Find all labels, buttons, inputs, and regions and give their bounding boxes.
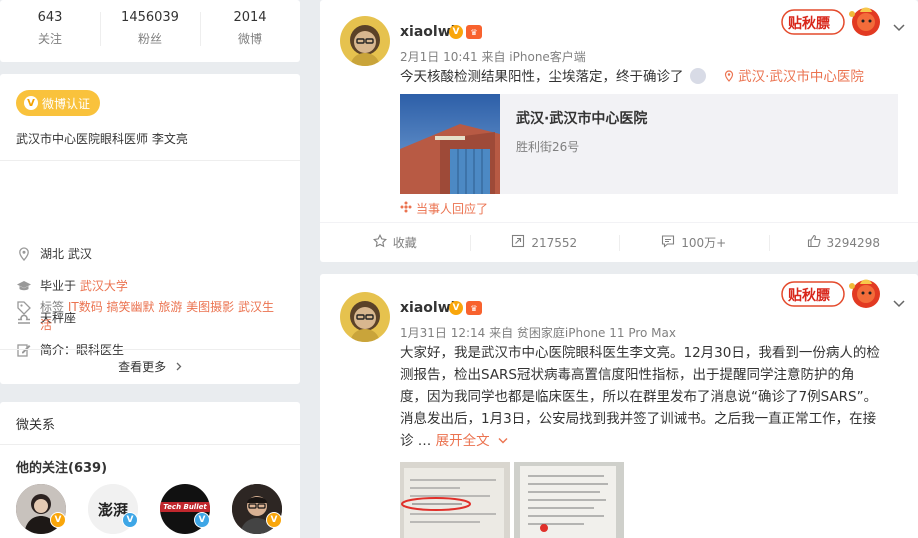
post-actions: 收藏 217552 100万+ 3294298 <box>320 222 918 262</box>
avatar-text: Tech Bullet <box>160 502 210 512</box>
feed-post: xiaolwl V ♛ 2月1日 10:41 来自 iPhone客户端 今天核酸… <box>320 0 918 262</box>
location-pin-icon <box>16 244 32 264</box>
post-body: 今天核酸检测结果阳性，尘埃落定，终于确诊了 <box>400 69 684 85</box>
location-link-text: 武汉·武汉市中心医院 <box>738 69 864 85</box>
post-text: 今天核酸检测结果阳性，尘埃落定，终于确诊了 武汉·武汉市中心医院 <box>400 66 896 88</box>
flower-icon <box>400 201 412 216</box>
like-count: 3294298 <box>826 235 880 250</box>
relations-card: 微关系 他的关注(639) 澎湃 Tech Bullet V V V V <box>0 402 300 538</box>
sticker-text: 贴秋膘 <box>788 16 830 32</box>
post-meta[interactable]: 1月31日 12:14 来自 贫困家庭iPhone 11 Pro Max <box>400 324 676 341</box>
profile-info-card: V 微博认证 武汉市中心医院眼科医师 李文亮 湖北 武汉 毕业于 武汉大学 天秤… <box>0 74 300 384</box>
feed-post: xiaolwl V ♛ 1月31日 12:14 来自 贫困家庭iPhone 11… <box>320 274 918 538</box>
chevron-down-icon <box>498 438 508 444</box>
hospital-photo <box>400 94 500 194</box>
divider <box>0 349 300 350</box>
stat-posts[interactable]: 2014 微博 <box>200 0 300 62</box>
comment-icon <box>661 234 675 251</box>
favorite-label: 收藏 <box>392 236 417 250</box>
view-more-label: 查看更多 <box>118 360 167 374</box>
verified-badge-label: 微博认证 <box>42 96 91 111</box>
comment-button[interactable]: 100万+ <box>619 223 769 262</box>
post-meta[interactable]: 2月1日 10:41 来自 iPhone客户端 <box>400 48 586 65</box>
stat-followers-count: 1456039 <box>121 10 179 25</box>
bio-label: 简介： <box>40 343 77 357</box>
school-prefix: 毕业于 <box>40 279 77 293</box>
post-text: 大家好，我是武汉市中心医院眼科医生李文亮。12月30日，我看到一份病人的检 测报… <box>400 342 896 452</box>
like-button[interactable]: 3294298 <box>768 223 918 262</box>
autumn-sticker: 贴秋膘 <box>780 276 884 312</box>
graduation-cap-icon <box>16 276 32 296</box>
stat-posts-count: 2014 <box>233 10 267 25</box>
verified-blue-v-icon: V <box>194 512 210 528</box>
tag-icon <box>16 298 32 318</box>
verified-v-icon: V <box>449 25 463 39</box>
info-bio: 简介： 眼科医生 <box>16 340 284 360</box>
chevron-down-icon[interactable] <box>892 295 906 309</box>
repost-count: 217552 <box>531 235 578 250</box>
post-text-line: 度，因为我同学也都是临床医生，所以在群里发布了消息说“确诊了7例SARS”。 <box>400 389 878 405</box>
repost-icon <box>511 234 525 251</box>
post-text-line: 大家好，我是武汉市中心医院眼科医生李文亮。12月30日，我看到一份病人的检 <box>400 345 880 361</box>
info-location: 湖北 武汉 <box>16 244 284 264</box>
edit-icon <box>16 340 32 360</box>
user-avatar[interactable] <box>340 292 390 342</box>
stat-following-label: 关注 <box>37 32 62 46</box>
chevron-right-icon <box>176 360 182 374</box>
stat-posts-label: 微博 <box>237 32 262 46</box>
verified-v-icon: V <box>449 301 463 315</box>
favorite-button[interactable]: 收藏 <box>320 223 470 262</box>
thumbs-up-icon <box>807 234 821 251</box>
stat-followers-label: 粉丝 <box>137 32 162 46</box>
profile-stats: 643 关注 1456039 粉丝 2014 微博 <box>0 0 300 62</box>
sticker-text: 贴秋膘 <box>788 288 830 304</box>
post-text-line: 诊 … <box>400 433 436 449</box>
expand-label: 展开全文 <box>435 433 490 449</box>
vip-icon: ♛ <box>466 301 482 315</box>
location-text: 湖北 武汉 <box>40 247 92 261</box>
emoji-icon <box>689 68 706 84</box>
post-image-document[interactable] <box>514 462 624 538</box>
verified-v-icon: V <box>24 96 38 110</box>
post-text-line: 消息发出后，1月3日，公安局找到我并签了训诫书。之后我一直正常工作，在接 <box>400 411 877 427</box>
tags-list[interactable]: IT数码 搞笑幽默 旅游 美图摄影 武汉生活 <box>40 300 274 332</box>
author-replied-link[interactable]: 当事人回应了 <box>400 200 488 217</box>
user-avatar[interactable] <box>340 16 390 66</box>
location-link[interactable]: 武汉·武汉市中心医院 <box>724 69 864 85</box>
info-tags: 标签 IT数码 搞笑幽默 旅游 美图摄影 武汉生活 <box>16 298 284 334</box>
divider <box>0 444 300 445</box>
weibo-verified-badge[interactable]: V 微博认证 <box>16 90 101 116</box>
stat-following-count: 643 <box>37 10 63 25</box>
tags-label: 标签 <box>40 300 65 314</box>
repost-button[interactable]: 217552 <box>469 223 620 262</box>
bio-text: 眼科医生 <box>76 343 125 357</box>
stat-following[interactable]: 643 关注 <box>0 0 100 62</box>
chevron-down-icon[interactable] <box>892 19 906 33</box>
autumn-sticker: 贴秋膘 <box>780 4 884 40</box>
verified-v-icon: V <box>50 512 66 528</box>
info-school: 毕业于 武汉大学 <box>16 276 284 296</box>
location-pin-icon <box>725 70 734 82</box>
post-text-line: 测报告，检出SARS冠状病毒高置信度阳性指标，出于提醒同学注意防护的角 <box>400 367 855 383</box>
verified-blue-v-icon: V <box>122 512 138 528</box>
star-icon <box>372 233 387 251</box>
verified-v-icon: V <box>266 512 282 528</box>
verification-description: 武汉市中心医院眼科医师 李文亮 <box>16 132 188 146</box>
author-replied-text: 当事人回应了 <box>416 202 489 216</box>
divider <box>0 160 300 161</box>
stat-followers[interactable]: 1456039 粉丝 <box>100 0 200 62</box>
location-card[interactable]: 武汉·武汉市中心医院 胜利街26号 <box>400 94 898 194</box>
expand-full-text-link[interactable]: 展开全文 <box>436 433 508 449</box>
school-link[interactable]: 武汉大学 <box>80 276 128 296</box>
relations-title: 微关系 <box>16 418 56 433</box>
post-username[interactable]: xiaolwl <box>400 300 455 316</box>
post-image-document[interactable] <box>400 462 510 538</box>
following-count-title[interactable]: 他的关注(639) <box>16 457 107 476</box>
vip-icon: ♛ <box>466 25 482 39</box>
view-more-button[interactable]: 查看更多 <box>0 358 300 375</box>
location-card-title: 武汉·武汉市中心医院 <box>516 111 648 127</box>
comment-count: 100万+ <box>681 236 727 250</box>
post-username[interactable]: xiaolwl <box>400 24 455 40</box>
location-card-address: 胜利街26号 <box>516 140 580 154</box>
